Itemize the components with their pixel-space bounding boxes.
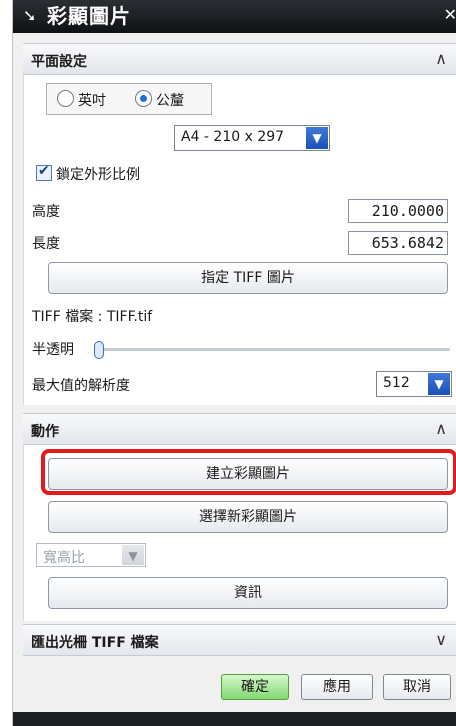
paper-size-select[interactable]: A4 - 210 x 297 ▼	[174, 125, 330, 151]
aspect-ratio-select[interactable]: 寬高比 ▼	[36, 543, 146, 567]
raster-image-dialog: ➘ 彩顯圖片 ✕ 平面設定 ∧ 英吋 公釐 A4 - 210 x 297 ▼ ✔…	[12, 0, 456, 726]
background-strip	[0, 0, 12, 726]
dialog-menu-arrow-icon[interactable]: ➘	[23, 6, 36, 26]
checkmark-icon: ✔	[38, 163, 50, 179]
radio-mm[interactable]	[135, 90, 152, 107]
section-title-export: 匯出光柵 TIFF 檔案	[31, 635, 159, 651]
plane-settings-body: 英吋 公釐 A4 - 210 x 297 ▼ ✔ 鎖定外形比例 高度 210.0…	[23, 75, 456, 405]
cancel-button[interactable]: 取消	[383, 674, 451, 700]
lock-ratio-label: 鎖定外形比例	[56, 167, 140, 183]
close-icon[interactable]: ✕	[444, 5, 456, 25]
max-resolution-value: 512	[383, 375, 410, 391]
window-bottom-edge	[13, 712, 456, 726]
radio-inch-label: 英吋	[78, 93, 106, 109]
length-input[interactable]: 653.6842	[348, 231, 448, 255]
action-body: 建立彩顯圖片 選擇新彩顯圖片 寬高比 ▼ 資訊	[23, 445, 456, 621]
action-header[interactable]: 動作 ∧	[23, 413, 456, 445]
title-bar[interactable]: ➘ 彩顯圖片 ✕	[13, 0, 456, 33]
translucency-slider-thumb[interactable]	[94, 341, 104, 359]
chevron-down-icon[interactable]: ▼	[428, 373, 450, 395]
dialog-title: 彩顯圖片	[47, 4, 131, 28]
tiff-file-label: TIFF 檔案 : TIFF.tif	[32, 309, 153, 325]
create-image-button[interactable]: 建立彩顯圖片	[48, 458, 448, 490]
plane-settings-header[interactable]: 平面設定 ∧	[23, 43, 456, 75]
export-tiff-header[interactable]: 匯出光柵 TIFF 檔案 ∨	[23, 624, 456, 656]
length-label: 長度	[32, 236, 60, 252]
paper-size-value: A4 - 210 x 297	[181, 129, 285, 145]
section-title-action: 動作	[31, 424, 59, 440]
lock-ratio-checkbox[interactable]: ✔	[36, 163, 52, 181]
specify-tiff-button[interactable]: 指定 TIFF 圖片	[48, 262, 448, 294]
info-button[interactable]: 資訊	[48, 577, 448, 609]
radio-mm-label: 公釐	[156, 93, 184, 109]
chevron-down-icon[interactable]: ▼	[122, 545, 144, 565]
aspect-ratio-value: 寬高比	[43, 550, 85, 566]
max-resolution-select[interactable]: 512 ▼	[376, 371, 452, 397]
chevron-down-icon[interactable]: ∨	[435, 630, 447, 649]
section-title-plane: 平面設定	[31, 54, 87, 70]
chevron-up-icon[interactable]: ∧	[435, 49, 447, 68]
radio-inch[interactable]	[57, 90, 74, 107]
height-input[interactable]: 210.0000	[348, 199, 448, 223]
apply-button[interactable]: 應用	[301, 674, 373, 700]
translucency-slider-track[interactable]	[94, 348, 450, 351]
chevron-up-icon[interactable]: ∧	[435, 419, 447, 438]
translucency-label: 半透明	[32, 342, 74, 358]
dialog-footer: 確定 應用 取消	[23, 656, 456, 712]
height-label: 高度	[32, 204, 60, 220]
chevron-down-icon[interactable]: ▼	[306, 127, 328, 149]
max-resolution-label: 最大值的解析度	[32, 378, 130, 394]
ok-button[interactable]: 確定	[221, 674, 289, 700]
select-new-image-button[interactable]: 選擇新彩顯圖片	[48, 501, 448, 533]
unit-radio-group: 英吋 公釐	[46, 83, 212, 115]
